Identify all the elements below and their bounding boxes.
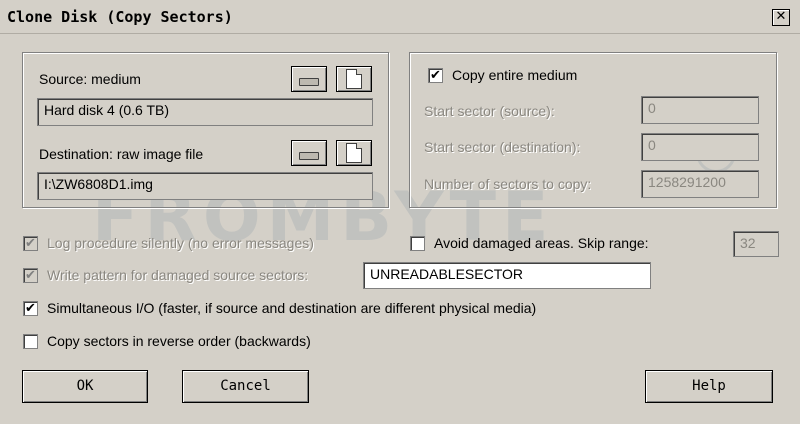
- destination-field[interactable]: I:\ZW6808D1.img: [37, 172, 373, 200]
- start-sector-source-field[interactable]: 0: [641, 96, 759, 124]
- cancel-button[interactable]: Cancel: [182, 370, 309, 403]
- source-label: Source: medium: [39, 71, 141, 87]
- copy-entire-checkbox[interactable]: ✔: [428, 68, 443, 83]
- close-button[interactable]: ✕: [772, 9, 790, 26]
- simultaneous-io-checkbox[interactable]: ✔: [23, 301, 38, 316]
- drive-icon: [299, 78, 319, 86]
- window-title: Clone Disk (Copy Sectors): [7, 8, 233, 26]
- copy-entire-label: Copy entire medium: [452, 67, 578, 83]
- checkmark-icon: ✔: [430, 68, 441, 83]
- log-silently-checkbox[interactable]: ✔: [23, 236, 38, 251]
- help-button[interactable]: Help: [645, 370, 773, 403]
- number-of-sectors-field[interactable]: 1258291200: [641, 170, 759, 198]
- write-pattern-checkbox[interactable]: ✔: [23, 268, 38, 283]
- ok-button[interactable]: OK: [22, 370, 148, 403]
- write-pattern-label: Write pattern for damaged source sectors…: [47, 267, 309, 283]
- simultaneous-io-label: Simultaneous I/O (faster, if source and …: [47, 300, 537, 316]
- log-silently-label: Log procedure silently (no error message…: [47, 235, 314, 251]
- title-bar: Clone Disk (Copy Sectors) ✕: [0, 0, 800, 34]
- destination-select-drive-button[interactable]: [291, 140, 327, 166]
- close-icon: ✕: [775, 9, 787, 24]
- avoid-damaged-checkbox[interactable]: [410, 236, 425, 251]
- checkmark-icon: ✔: [25, 268, 36, 283]
- start-sector-destination-label: Start sector (destination):: [424, 139, 581, 155]
- document-icon: [346, 69, 362, 89]
- pattern-field[interactable]: UNREADABLESECTOR: [363, 262, 651, 289]
- reverse-order-label: Copy sectors in reverse order (backwards…: [47, 333, 311, 349]
- drive-icon: [299, 152, 319, 160]
- destination-select-file-button[interactable]: [336, 140, 372, 166]
- source-field[interactable]: Hard disk 4 (0.6 TB): [37, 98, 373, 126]
- checkmark-icon: ✔: [25, 236, 36, 251]
- avoid-damaged-label: Avoid damaged areas. Skip range:: [434, 235, 649, 251]
- reverse-order-checkbox[interactable]: [23, 334, 38, 349]
- destination-label: Destination: raw image file: [39, 146, 204, 162]
- number-of-sectors-label: Number of sectors to copy:: [424, 176, 592, 192]
- start-sector-source-label: Start sector (source):: [424, 103, 555, 119]
- source-select-file-button[interactable]: [336, 66, 372, 92]
- source-select-drive-button[interactable]: [291, 66, 327, 92]
- checkmark-icon: ✔: [25, 301, 36, 316]
- skip-range-field[interactable]: 32: [733, 231, 779, 257]
- document-icon: [346, 143, 362, 163]
- start-sector-destination-field[interactable]: 0: [641, 133, 759, 161]
